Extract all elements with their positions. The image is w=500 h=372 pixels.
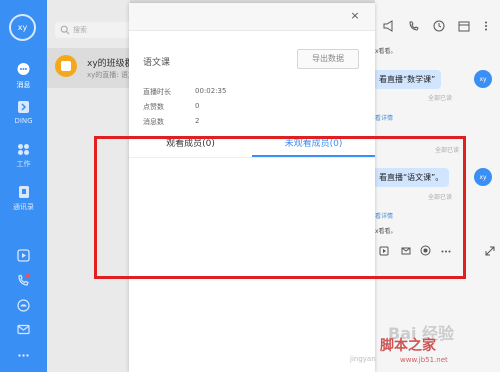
stat-label-messages: 消息数 bbox=[143, 118, 164, 126]
course-title: 语文课 bbox=[143, 58, 171, 68]
stat-value-duration: 00:02:35 bbox=[195, 87, 227, 95]
export-data-button[interactable]: 导出数据 bbox=[297, 49, 359, 69]
avatar: xy bbox=[474, 168, 492, 186]
rail-label-messages: 消息 bbox=[16, 81, 31, 89]
contacts-icon bbox=[18, 186, 29, 198]
cloud-icon[interactable] bbox=[16, 298, 31, 313]
search-icon bbox=[60, 25, 70, 35]
rail-label-work: 工作 bbox=[16, 160, 31, 168]
apps-grid-icon bbox=[18, 144, 29, 155]
site-watermark: 脚本之家 bbox=[380, 338, 436, 354]
nav-rail: xy 消息 DING 工作 通讯录 bbox=[0, 0, 47, 372]
close-button[interactable]: × bbox=[349, 10, 361, 22]
dialog-header: × bbox=[129, 3, 375, 31]
conversation-title: xy的班级群 bbox=[87, 59, 134, 69]
rail-item-work[interactable]: 工作 bbox=[0, 143, 47, 169]
mail-icon[interactable] bbox=[16, 322, 31, 337]
live-icon[interactable] bbox=[16, 248, 31, 263]
detail-link[interactable]: 看详情 bbox=[375, 113, 393, 122]
phone-icon[interactable] bbox=[16, 273, 31, 288]
megaphone-icon[interactable] bbox=[383, 20, 395, 32]
expand-icon[interactable] bbox=[485, 246, 495, 256]
more-icon[interactable] bbox=[480, 20, 492, 32]
stat-value-messages: 2 bbox=[195, 117, 200, 125]
stat-value-likes: 0 bbox=[195, 102, 200, 110]
rail-label-contacts: 通讯录 bbox=[13, 203, 34, 211]
calendar-icon[interactable] bbox=[458, 20, 470, 32]
stat-label-likes: 点赞数 bbox=[143, 103, 164, 111]
group-avatar bbox=[55, 55, 77, 77]
read-status: 全部已读 bbox=[428, 95, 453, 102]
user-avatar[interactable]: xy bbox=[9, 14, 36, 41]
message-snippet: x看看。 bbox=[375, 48, 397, 55]
highlight-box bbox=[94, 136, 466, 279]
chat-bubble-icon bbox=[17, 63, 30, 75]
stat-label-duration: 直播时长 bbox=[143, 88, 171, 96]
message-bubble[interactable]: 看直播“数学课” bbox=[373, 70, 442, 89]
phone-icon[interactable] bbox=[408, 20, 420, 32]
more-icon[interactable] bbox=[16, 348, 31, 363]
clock-icon[interactable] bbox=[433, 20, 445, 32]
site-url-watermark: www.jb51.net bbox=[400, 356, 448, 364]
search-placeholder: 搜索 bbox=[73, 26, 87, 34]
avatar: xy bbox=[474, 70, 492, 88]
rail-item-ding[interactable]: DING bbox=[0, 100, 47, 125]
ding-icon bbox=[18, 101, 29, 113]
rail-item-messages[interactable]: 消息 bbox=[0, 62, 47, 90]
jingyan-watermark: jingyan bbox=[350, 355, 376, 363]
rail-label-ding: DING bbox=[14, 117, 33, 125]
rail-item-contacts[interactable]: 通讯录 bbox=[0, 185, 47, 212]
